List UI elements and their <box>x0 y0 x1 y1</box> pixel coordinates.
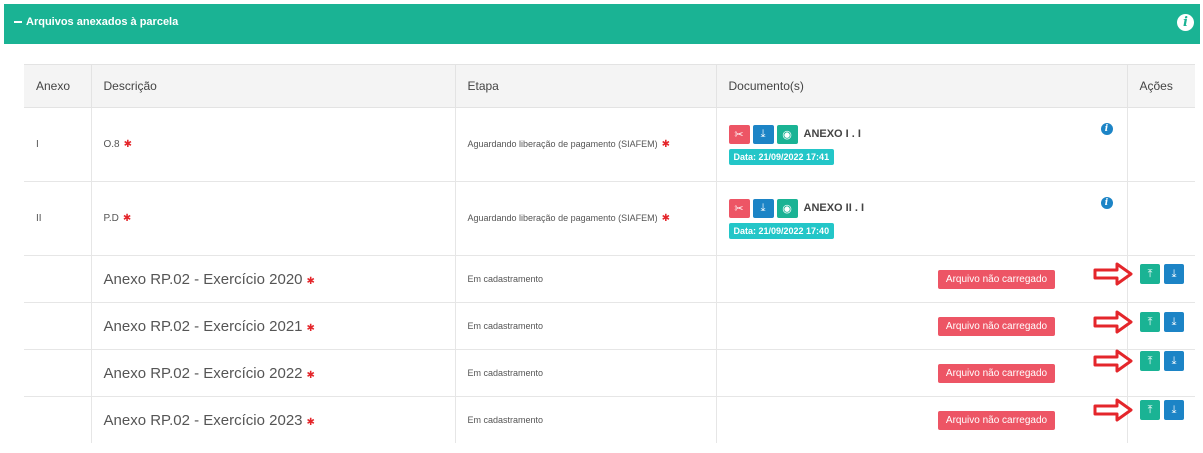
required-icon: ✱ <box>306 369 315 381</box>
upload-icon[interactable]: ⤒ <box>1140 264 1160 284</box>
descricao-text: P.D <box>103 213 119 224</box>
table-row: Anexo RP.02 - Exercício 2020 ✱ Em cadastr… <box>24 255 1195 303</box>
descricao-text: Anexo RP.02 - Exercício 2020 <box>103 270 303 288</box>
descricao-cell: O.8 ✱ <box>91 107 456 182</box>
table-row: I O.8 ✱ Aguardando liberação de pagamento… <box>24 107 1195 182</box>
etapa-text: Em cadastramento <box>467 273 544 284</box>
required-icon: ✱ <box>306 416 315 428</box>
status-badge: Arquivo não carregado <box>937 269 1056 289</box>
etapa-cell: Aguardando liberação de pagamento (SIAFE… <box>455 107 717 182</box>
table-header-row: Anexo Descrição Etapa Documento(s) Ações <box>24 64 1195 108</box>
status-badge: Arquivo não carregado <box>937 410 1056 430</box>
documento-cell: ✂ ⤓ ◉ ANEXO I . I Data: 21/09/2022 17:41… <box>716 107 1128 182</box>
anexo-cell <box>24 302 92 350</box>
anexo-cell: II <box>24 181 92 256</box>
descricao-text: O.8 <box>103 139 120 150</box>
etapa-cell: Em cadastramento <box>455 349 717 397</box>
status-badge: Arquivo não carregado <box>937 316 1056 336</box>
documento-cell: ✂ ⤓ ◉ ANEXO II . I Data: 21/09/2022 17:4… <box>716 181 1128 256</box>
panel-header[interactable]: Arquivos anexados à parcela i <box>4 4 1200 44</box>
header-etapa: Etapa <box>455 64 717 108</box>
red-arrow-icon <box>1093 349 1133 373</box>
header-documentos: Documento(s) <box>716 64 1128 108</box>
scissors-icon[interactable]: ✂ <box>728 124 750 144</box>
upload-icon[interactable]: ⤒ <box>1140 351 1160 371</box>
etapa-cell: Em cadastramento <box>455 302 717 350</box>
attachments-table: Anexo Descrição Etapa Documento(s) Ações… <box>24 64 1195 443</box>
documento-cell: Arquivo não carregado <box>716 302 1128 350</box>
download-icon[interactable]: ⤓ <box>752 198 774 218</box>
descricao-text: Anexo RP.02 - Exercício 2023 <box>103 411 303 429</box>
required-icon: ✱ <box>122 213 132 224</box>
table-row: Anexo RP.02 - Exercício 2023 ✱ Em cadastr… <box>24 396 1195 443</box>
etapa-text: Em cadastramento <box>467 414 544 425</box>
info-icon[interactable]: i <box>1100 122 1113 135</box>
table-row: Anexo RP.02 - Exercício 2021 ✱ Em cadastr… <box>24 302 1195 350</box>
date-badge: Data: 21/09/2022 17:41 <box>728 148 835 165</box>
info-icon[interactable]: i <box>1100 196 1113 209</box>
document-name[interactable]: ANEXO I . I <box>804 128 861 140</box>
upload-icon[interactable]: ⤒ <box>1140 312 1160 332</box>
required-icon: ✱ <box>661 213 671 224</box>
etapa-text: Aguardando liberação de pagamento (SIAFE… <box>467 213 658 223</box>
anexo-cell <box>24 396 92 443</box>
descricao-cell: Anexo RP.02 - Exercício 2022 ✱ <box>91 349 456 397</box>
descricao-cell: Anexo RP.02 - Exercício 2021 ✱ <box>91 302 456 350</box>
etapa-cell: Aguardando liberação de pagamento (SIAFE… <box>455 181 717 256</box>
red-arrow-icon <box>1093 398 1133 422</box>
minus-icon[interactable] <box>14 21 22 23</box>
date-badge: Data: 21/09/2022 17:40 <box>728 222 835 239</box>
acoes-cell <box>1127 107 1195 182</box>
etapa-text: Em cadastramento <box>467 320 544 331</box>
red-arrow-icon <box>1093 262 1133 286</box>
table-row: II P.D ✱ Aguardando liberação de pagament… <box>24 181 1195 256</box>
required-icon: ✱ <box>661 139 671 150</box>
table-row: Anexo RP.02 - Exercício 2022 ✱ Em cadastr… <box>24 349 1195 397</box>
eye-icon[interactable]: ◉ <box>776 124 798 144</box>
required-icon: ✱ <box>123 139 133 150</box>
anexo-cell <box>24 255 92 303</box>
scissors-icon[interactable]: ✂ <box>728 198 750 218</box>
descricao-cell: Anexo RP.02 - Exercício 2020 ✱ <box>91 255 456 303</box>
red-arrow-icon <box>1093 310 1133 334</box>
etapa-text: Em cadastramento <box>467 367 544 378</box>
status-badge: Arquivo não carregado <box>937 363 1056 383</box>
upload-icon[interactable]: ⤒ <box>1140 400 1160 420</box>
etapa-text: Aguardando liberação de pagamento (SIAFE… <box>467 139 658 149</box>
header-acoes: Ações <box>1127 64 1195 108</box>
documento-cell: Arquivo não carregado <box>716 349 1128 397</box>
panel-title[interactable]: Arquivos anexados à parcela <box>14 16 178 28</box>
descricao-text: Anexo RP.02 - Exercício 2021 <box>103 317 303 335</box>
acoes-cell <box>1127 181 1195 256</box>
etapa-cell: Em cadastramento <box>455 396 717 443</box>
documento-cell: Arquivo não carregado <box>716 255 1128 303</box>
download-icon[interactable]: ⤓ <box>1164 351 1184 371</box>
etapa-cell: Em cadastramento <box>455 255 717 303</box>
header-anexo: Anexo <box>24 64 92 108</box>
info-icon[interactable]: i <box>1177 14 1194 31</box>
required-icon: ✱ <box>306 275 315 287</box>
descricao-cell: P.D ✱ <box>91 181 456 256</box>
eye-icon[interactable]: ◉ <box>776 198 798 218</box>
download-icon[interactable]: ⤓ <box>752 124 774 144</box>
header-descricao: Descrição <box>91 64 456 108</box>
download-icon[interactable]: ⤓ <box>1164 312 1184 332</box>
required-icon: ✱ <box>306 322 315 334</box>
descricao-text: Anexo RP.02 - Exercício 2022 <box>103 364 303 382</box>
documento-cell: Arquivo não carregado <box>716 396 1128 443</box>
download-icon[interactable]: ⤓ <box>1164 400 1184 420</box>
document-name[interactable]: ANEXO II . I <box>804 202 865 214</box>
download-icon[interactable]: ⤓ <box>1164 264 1184 284</box>
anexo-cell <box>24 349 92 397</box>
anexo-cell: I <box>24 107 92 182</box>
panel-title-text: Arquivos anexados à parcela <box>26 16 179 28</box>
descricao-cell: Anexo RP.02 - Exercício 2023 ✱ <box>91 396 456 443</box>
